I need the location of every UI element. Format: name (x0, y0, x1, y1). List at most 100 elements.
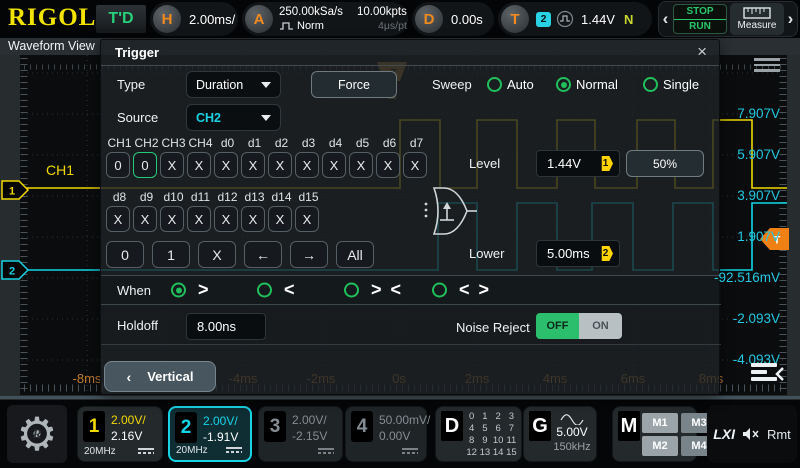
when-option[interactable]: < (257, 280, 297, 301)
digital-channel-number: 5 (478, 423, 491, 434)
waveform-view-tab[interactable]: Waveform View (8, 39, 95, 53)
pattern-bit-button[interactable]: X (376, 152, 400, 178)
pattern-set-button[interactable]: ← (244, 241, 282, 268)
noise-reject-label: Noise Reject (456, 320, 530, 335)
panel-prev-arrow[interactable]: ‹ (659, 9, 672, 29)
lower-input[interactable]: 5.00ms 2 (536, 240, 620, 267)
dc-coupling-icon (226, 447, 242, 453)
digital-channels-box[interactable]: D 0123456789101112131415 (435, 406, 522, 462)
math-slot-button[interactable]: M1 (642, 413, 678, 433)
pattern-set-button[interactable]: 1 (152, 241, 190, 268)
generator-letter: G (529, 411, 551, 441)
channel-box[interactable]: 4 50.00mV/ 0.00V (345, 406, 427, 462)
pattern-bit-button[interactable]: X (349, 152, 373, 178)
pattern-bit-button[interactable]: X (106, 206, 130, 232)
pattern-bit-button[interactable]: X (241, 206, 265, 232)
pattern-bit-button[interactable]: X (187, 206, 211, 232)
pattern-bit-button[interactable]: X (322, 152, 346, 178)
sweep-option[interactable]: Single (643, 77, 699, 92)
source-label: Source (117, 110, 158, 125)
trigger-control[interactable]: T 2 1.44V N (498, 2, 652, 36)
math-letter: M (618, 411, 640, 441)
delay-value: 0.00s (451, 12, 483, 27)
math-box[interactable]: M M1M3M2M4 (612, 406, 697, 462)
sweep-option[interactable]: Normal (556, 77, 618, 92)
when-row: When > < > < < > (101, 275, 721, 305)
digital-channel-number: 15 (505, 447, 518, 458)
pattern-bit-button[interactable]: X (160, 206, 184, 232)
when-option[interactable]: > (171, 280, 211, 301)
force-button[interactable]: Force (311, 71, 397, 98)
channel-box[interactable]: 1 2.00V/ 2.16V 20MHz (77, 406, 163, 462)
pattern-channel-label: CH2 (133, 136, 160, 150)
math-slot-button[interactable]: M2 (642, 436, 678, 456)
pattern-labels-row2: d8d9d10d11d12d13d14d15 (106, 190, 322, 204)
pattern-bit-button[interactable]: X (403, 152, 427, 178)
pattern-bit-button[interactable]: X (214, 206, 238, 232)
channel-box[interactable]: 3 2.00V/ -2.15V (258, 406, 343, 462)
pattern-bit-button[interactable]: X (241, 152, 265, 178)
status-box: LXI Rmt (707, 405, 797, 463)
delay-control[interactable]: D 0.00s (412, 2, 494, 36)
type-dropdown[interactable]: Duration (186, 71, 281, 98)
menu-collapse-icon[interactable] (751, 363, 785, 385)
pattern-channel-label: d13 (241, 190, 268, 204)
measure-button[interactable]: Measure (730, 3, 784, 35)
oscilloscope-screen: RIGOL T'D H 2.00ms/ A 250.00kSa/s Norm 1… (0, 0, 800, 468)
noise-reject-on[interactable]: ON (579, 313, 622, 339)
memory-depth: 10.00kpts (357, 5, 407, 19)
panel-next-arrow[interactable]: › (784, 9, 797, 29)
pattern-bit-button[interactable]: X (295, 206, 319, 232)
back-button-label: Vertical (147, 369, 193, 384)
horizontal-scale-control[interactable]: H 2.00ms/ (150, 2, 238, 36)
holdoff-input[interactable]: 8.00ns (186, 313, 266, 340)
run-label: RUN (674, 20, 726, 34)
time-resolution: 4μs/pt (357, 19, 407, 33)
back-to-vertical-button[interactable]: ‹ Vertical (104, 361, 216, 392)
voltage-axis-tick-label: -92.516mV (690, 270, 780, 286)
horizontal-scale-value: 2.00ms/ (189, 12, 235, 27)
digital-channel-number: 3 (505, 411, 518, 422)
pattern-set-button[interactable]: All (336, 241, 374, 268)
acquisition-control[interactable]: A 250.00kSa/s Norm 10.00kpts 4μs/pt (242, 2, 408, 36)
bottom-channel-bar: ⚙ R 1 2.00V/ 2.16V 20MHz 2 2.00V/ -1.91V… (0, 400, 800, 468)
pattern-bit-button[interactable]: 0 (133, 152, 157, 178)
pattern-bit-button[interactable]: X (160, 152, 184, 178)
when-option[interactable]: < > (432, 280, 491, 301)
pattern-set-button[interactable]: X (198, 241, 236, 268)
pattern-bit-button[interactable]: X (187, 152, 211, 178)
stop-run-button[interactable]: STOP RUN (673, 4, 727, 34)
digital-channel-number: 6 (492, 423, 505, 434)
pattern-set-button[interactable]: → (290, 241, 328, 268)
trigger-icon: T (501, 5, 529, 33)
pattern-bit-button[interactable]: 0 (106, 152, 130, 178)
close-icon[interactable]: × (697, 42, 707, 62)
radio-icon (556, 77, 571, 92)
channel-offset: 2.16V (111, 429, 142, 443)
level-input[interactable]: 1.44V 1 (536, 150, 620, 177)
pattern-bit-button[interactable]: X (295, 152, 319, 178)
pattern-bit-button[interactable]: X (268, 152, 292, 178)
source-dropdown[interactable]: CH2 (186, 104, 281, 131)
pattern-bit-button[interactable]: X (268, 206, 292, 232)
radio-icon (171, 283, 186, 298)
generator-voltage: 5.00V (556, 425, 587, 440)
pattern-channel-label: d3 (295, 136, 322, 150)
graticule-menu-icon[interactable] (754, 58, 780, 75)
digital-channel-number: 13 (478, 447, 491, 458)
noise-reject-off[interactable]: OFF (536, 313, 579, 339)
run-panel: ‹ STOP RUN Measure › (658, 1, 798, 37)
digital-channel-number: 7 (505, 423, 518, 434)
generator-box[interactable]: G 5.00V 150kHz (523, 406, 597, 462)
channel-box[interactable]: 2 2.00V/ -1.91V 20MHz (168, 406, 252, 462)
channel-offset: -2.15V (292, 429, 327, 443)
trigger-level-value: 1.44V (581, 12, 615, 27)
pattern-set-button[interactable]: 0 (106, 241, 144, 268)
sweep-option[interactable]: Auto (487, 77, 534, 92)
digital-channel-number: 1 (478, 411, 491, 422)
digital-channel-number: 10 (492, 435, 505, 446)
when-label: When (117, 283, 151, 298)
pattern-bit-button[interactable]: X (214, 152, 238, 178)
when-option[interactable]: > < (344, 280, 403, 301)
pattern-bit-button[interactable]: X (133, 206, 157, 232)
